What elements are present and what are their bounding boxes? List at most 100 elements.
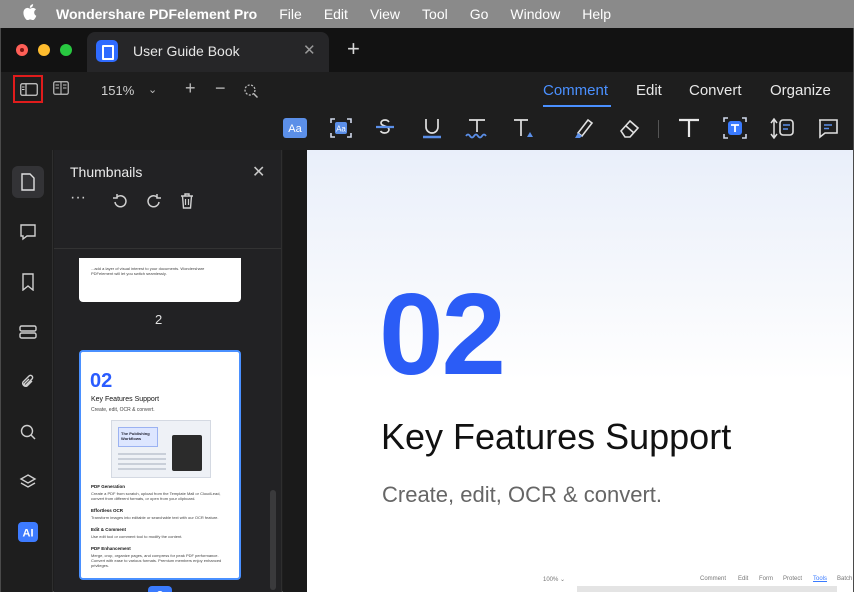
page-thumbnail-3[interactable]: 02 Key Features Support Create, edit, OC… [79, 350, 241, 580]
ai-assistant-icon[interactable]: AI [12, 516, 44, 548]
section-title: Key Features Support [381, 416, 732, 457]
embedded-zoom: 100% ⌄ [543, 577, 566, 583]
thumb-section-heading: PDF Enhancement [91, 546, 131, 551]
thumb-subtitle: Create, edit, OCR & convert. [91, 407, 155, 413]
comment-toolbar: Aa Aa [1, 108, 853, 150]
menu-go[interactable]: Go [470, 6, 489, 22]
layers-icon[interactable] [12, 466, 44, 498]
menu-file[interactable]: File [279, 6, 302, 22]
attachment-icon[interactable] [12, 366, 44, 398]
embedded-tab: Edit [738, 576, 749, 582]
tab-comment[interactable]: Comment [543, 82, 608, 99]
panel-divider [54, 248, 281, 249]
tab-title: User Guide Book [133, 43, 240, 59]
sticky-note-tool-icon[interactable] [815, 115, 841, 141]
thumb-section-body: Use edit tool or comment tool to modify … [91, 534, 183, 539]
bookmark-icon[interactable] [12, 266, 44, 298]
thumb-section-body: Create a PDF from scratch, upload from t… [91, 491, 221, 501]
embedded-tool-row [577, 586, 837, 592]
more-options-icon[interactable]: ··· [70, 189, 86, 207]
sidebar-icon [20, 83, 38, 96]
zoom-area-icon[interactable] [241, 81, 259, 104]
strikethrough-tool-icon[interactable] [372, 115, 398, 141]
text-box-tool-icon[interactable] [722, 115, 748, 141]
active-tab-indicator [543, 105, 611, 107]
thumb-big-number: 02 [90, 370, 113, 392]
reading-mode-icon[interactable] [53, 81, 69, 100]
tablet-graphic [172, 435, 202, 471]
menu-bar: Wondershare PDFelement Pro File Edit Vie… [0, 0, 854, 28]
menu-help[interactable]: Help [582, 6, 611, 22]
delete-page-icon[interactable] [179, 192, 195, 215]
thumb-section-heading: Effortless OCR [91, 508, 124, 513]
text-tool-icon[interactable] [676, 115, 702, 141]
text-highlight-tool-icon[interactable]: Aa [282, 115, 308, 141]
rotate-right-icon[interactable] [145, 192, 163, 215]
tab-organize[interactable]: Organize [770, 82, 831, 99]
workflow-card: The Publishing Workflows [118, 427, 158, 447]
page2-snippet: ...add a layer of visual interest to you… [91, 266, 205, 276]
search-icon[interactable] [12, 416, 44, 448]
embedded-tab: Protect [783, 576, 803, 582]
document-page[interactable]: 02 Key Features Support Create, edit, OC… [307, 150, 853, 592]
sidebar-toggle-button[interactable] [13, 75, 43, 103]
menu-tool[interactable]: Tool [422, 6, 448, 22]
menu-edit[interactable]: Edit [324, 6, 348, 22]
app-name-menu[interactable]: Wondershare PDFelement Pro [56, 6, 257, 22]
comments-icon[interactable] [12, 216, 44, 248]
menu-window[interactable]: Window [510, 6, 560, 22]
thumbnails-title: Thumbnails [70, 164, 143, 180]
tab-close-icon[interactable]: ✕ [303, 41, 316, 59]
tab-bar: User Guide Book ✕ + [1, 28, 853, 72]
eraser-icon[interactable] [617, 115, 643, 141]
close-window-button[interactable] [16, 44, 28, 56]
zoom-out-icon[interactable]: − [215, 78, 226, 99]
thumbnails-panel: Thumbnails ✕ ··· ...add a layer of visua… [54, 150, 282, 592]
page-thumbnail-2[interactable]: ...add a layer of visual interest to you… [79, 258, 241, 302]
document-gutter [283, 150, 307, 592]
left-sidebar-rail: AI [1, 150, 53, 592]
menu-view[interactable]: View [370, 6, 400, 22]
section-subtitle: Create, edit, OCR & convert. [382, 482, 662, 507]
apple-icon[interactable] [22, 4, 38, 24]
page-thumbnails-icon[interactable] [12, 166, 44, 198]
embedded-tab: Batch [837, 576, 853, 582]
svg-text:Aa: Aa [336, 125, 346, 134]
page-number-2: 2 [155, 312, 163, 327]
placeholder-lines [118, 453, 166, 471]
embedded-toolbar-screenshot: 100% ⌄ Comment Edit Form Protect Tools B… [487, 568, 853, 592]
thumbnail-actions: ··· [54, 189, 281, 220]
text-insert-tool-icon[interactable] [510, 115, 536, 141]
rotate-left-icon[interactable] [111, 192, 129, 215]
thumb-title: Key Features Support [91, 396, 160, 403]
underline-tool-icon[interactable] [419, 115, 445, 141]
section-number: 02 [379, 269, 506, 399]
embedded-tab: Form [759, 576, 773, 582]
fields-icon[interactable] [12, 316, 44, 348]
panel-close-icon[interactable]: ✕ [252, 162, 265, 182]
toolbar-separator [658, 120, 659, 138]
workflow-caption: The Publishing Workflows [121, 431, 150, 441]
tab-convert[interactable]: Convert [689, 82, 742, 99]
new-tab-plus-icon[interactable]: + [347, 36, 360, 62]
callout-tool-icon[interactable] [769, 115, 795, 141]
zoom-window-button[interactable] [60, 44, 72, 56]
pdfelement-logo-icon [96, 40, 118, 62]
zoom-in-icon[interactable]: + [185, 78, 196, 99]
zoom-level[interactable]: 151% [101, 83, 134, 98]
tab-edit[interactable]: Edit [636, 82, 662, 99]
minimize-window-button[interactable] [38, 44, 50, 56]
thumb-section-body: Merge, crop, organize pages, and compres… [91, 553, 222, 568]
document-tab[interactable]: User Guide Book ✕ [87, 32, 329, 72]
squiggly-tool-icon[interactable] [464, 115, 490, 141]
embedded-tab: Comment [700, 576, 727, 582]
highlighter-pen-icon[interactable] [571, 115, 597, 141]
thumb-section-body: Transform images into editable or search… [91, 515, 219, 520]
svg-text:AI: AI [23, 528, 34, 540]
thumbnail-scrollbar[interactable] [270, 490, 276, 590]
area-highlight-tool-icon[interactable]: Aa [328, 115, 354, 141]
page-number-3-badge: 3 [148, 586, 172, 592]
app-window: User Guide Book ✕ + 151% ⌄ + − Comment E… [0, 28, 854, 592]
zoom-dropdown-chevron-icon[interactable]: ⌄ [148, 83, 157, 96]
thumb-illustration: The Publishing Workflows [111, 420, 211, 478]
